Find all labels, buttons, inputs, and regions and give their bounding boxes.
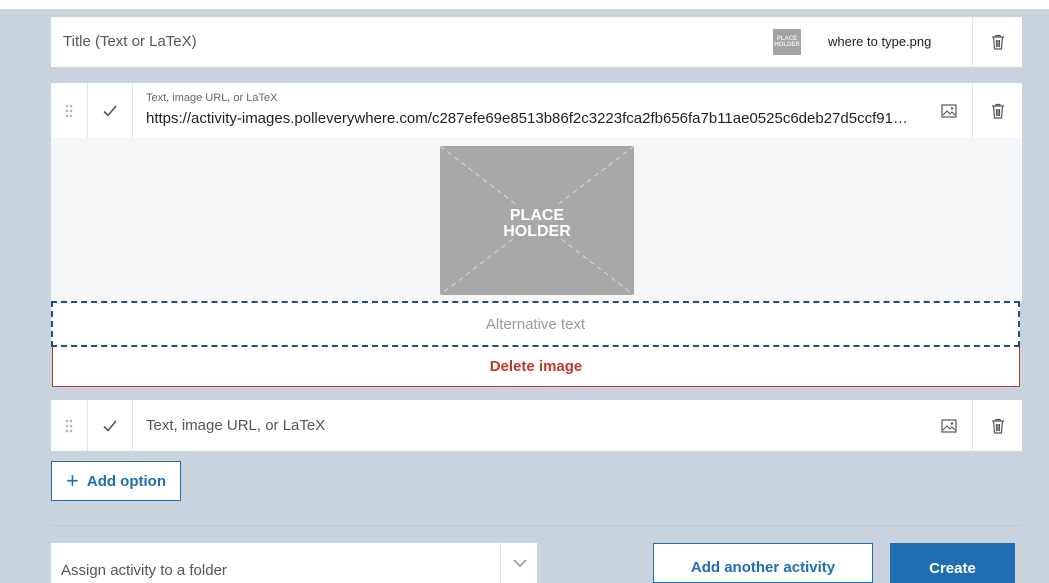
option-url-input[interactable]: https://activity-images.polleverywhere.c… (146, 110, 908, 127)
placeholder-image: PLACE HOLDER (440, 146, 634, 295)
trash-icon[interactable] (973, 17, 1022, 67)
divider (132, 400, 133, 451)
checkmark-icon[interactable] (87, 83, 132, 138)
folder-select[interactable]: Assign activity to a folder (51, 543, 537, 583)
add-option-button[interactable]: + Add option (51, 461, 181, 501)
drag-handle-icon[interactable] (51, 400, 87, 451)
title-placeholder[interactable]: Title (Text or LaTeX) (63, 33, 197, 50)
trash-icon[interactable] (973, 83, 1022, 138)
delete-image-button[interactable]: Delete image (52, 347, 1020, 387)
placeholder-text-line1: PLACE (510, 207, 565, 224)
image-thumbnail: PLACE HOLDER (773, 29, 801, 55)
placeholder-text-line2: HOLDER (503, 223, 571, 240)
plus-icon: + (66, 468, 79, 493)
image-icon[interactable] (929, 83, 969, 138)
add-option-label: Add option (86, 472, 166, 490)
trash-icon[interactable] (973, 400, 1022, 451)
checkmark-icon[interactable] (87, 400, 132, 451)
option-input[interactable]: Text, image URL, or LaTeX (146, 417, 325, 434)
alt-text-input[interactable]: Alternative text (51, 301, 1020, 347)
image-preview-panel: PLACE HOLDER (51, 138, 1022, 302)
image-icon[interactable] (929, 400, 969, 451)
title-field-row[interactable]: Title (Text or LaTeX) PLACE HOLDER where… (51, 17, 1022, 67)
option-field-label: Text, image URL, or LaTeX (146, 92, 278, 104)
divider (132, 83, 133, 138)
divider (51, 525, 1022, 526)
drag-handle-icon[interactable] (51, 83, 87, 138)
chevron-down-icon[interactable] (500, 543, 538, 583)
option-row-1: Text, image URL, or LaTeX https://activi… (51, 83, 1022, 138)
create-button[interactable]: Create (890, 543, 1015, 583)
top-edge (0, 0, 1049, 9)
folder-select-placeholder: Assign activity to a folder (61, 562, 227, 579)
alt-text-placeholder: Alternative text (485, 316, 586, 333)
option-row-2: Text, image URL, or LaTeX (51, 400, 1022, 451)
image-filename: where to type.png (828, 34, 932, 49)
add-another-activity-button[interactable]: Add another activity (653, 543, 873, 583)
